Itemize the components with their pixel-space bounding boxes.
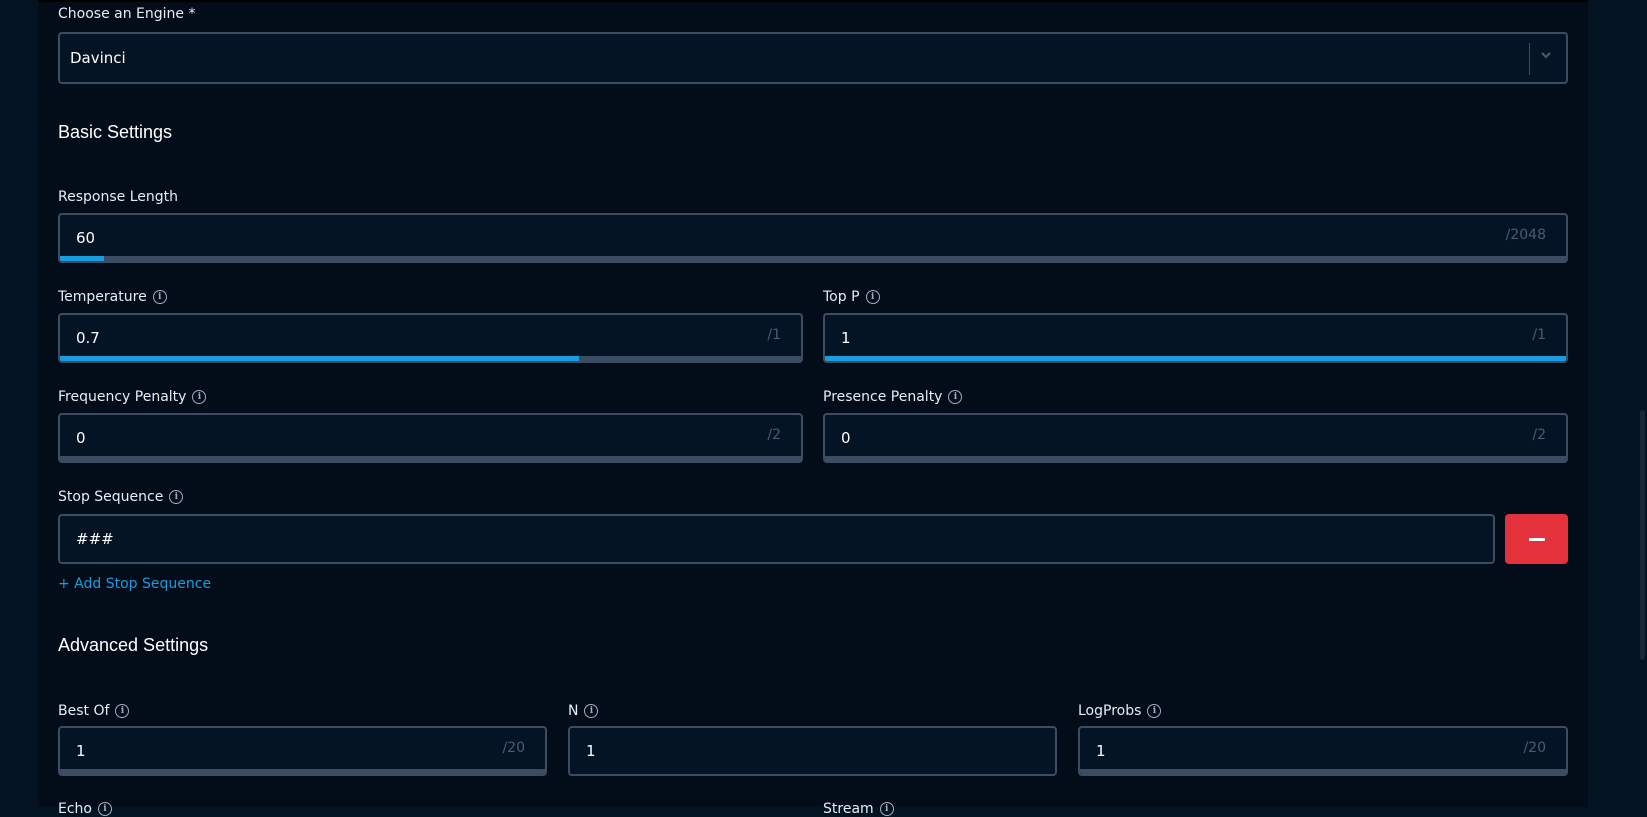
response-length-value: 60	[76, 229, 96, 247]
temperature-fill	[60, 356, 579, 361]
top-p-slider[interactable]	[825, 356, 1566, 361]
settings-panel: Choose an Engine * Davinci Basic Setting…	[38, 0, 1588, 817]
top-p-value: 1	[841, 329, 851, 347]
info-icon[interactable]: i	[152, 290, 167, 304]
info-icon[interactable]: i	[948, 390, 963, 404]
temperature-slider[interactable]	[60, 356, 801, 361]
temperature-label: Temperature i	[58, 289, 167, 305]
presence-penalty-max: /2	[1532, 427, 1546, 443]
best-of-value: 1	[76, 742, 86, 760]
engine-label: Choose an Engine *	[58, 6, 196, 22]
response-length-input[interactable]: 60 /2048	[58, 213, 1568, 263]
remove-stop-sequence-button[interactable]	[1505, 514, 1568, 564]
response-length-max: /2048	[1505, 227, 1546, 243]
n-input[interactable]: 1	[568, 726, 1057, 776]
chevron-down-icon[interactable]	[1539, 48, 1553, 62]
top-p-label: Top P i	[823, 289, 880, 305]
info-icon[interactable]: i	[1147, 704, 1162, 718]
stop-sequence-label: Stop Sequence i	[58, 489, 184, 505]
add-stop-sequence-link[interactable]: + Add Stop Sequence	[58, 576, 211, 592]
info-icon[interactable]: i	[97, 802, 112, 816]
n-value: 1	[586, 742, 596, 760]
logprobs-label: LogProbs i	[1078, 703, 1162, 719]
presence-penalty-slider[interactable]	[825, 456, 1566, 461]
response-length-slider[interactable]	[60, 256, 1566, 261]
frequency-penalty-value: 0	[76, 429, 86, 447]
logprobs-slider[interactable]	[1080, 769, 1566, 774]
frequency-penalty-input[interactable]: 0 /2	[58, 413, 803, 463]
advanced-settings-heading: Advanced Settings	[58, 635, 209, 655]
response-length-label: Response Length	[58, 189, 178, 205]
page-scrollbar[interactable]	[1640, 410, 1645, 660]
minus-icon	[1528, 537, 1545, 541]
temperature-max: /1	[767, 327, 781, 343]
top-p-fill	[825, 356, 1566, 361]
temperature-input[interactable]: 0.7 /1	[58, 313, 803, 363]
presence-penalty-label: Presence Penalty i	[823, 389, 963, 405]
frequency-penalty-max: /2	[767, 427, 781, 443]
logprobs-value: 1	[1096, 742, 1106, 760]
logprobs-max: /20	[1523, 740, 1546, 756]
logprobs-input[interactable]: 1 /20	[1078, 726, 1568, 776]
stream-label: Stream i	[823, 801, 894, 817]
n-label: N i	[568, 703, 599, 719]
info-icon[interactable]: i	[115, 704, 130, 718]
info-icon[interactable]: i	[879, 802, 894, 816]
basic-settings-heading: Basic Settings	[58, 122, 173, 142]
echo-label: Echo i	[58, 801, 112, 817]
info-icon[interactable]: i	[192, 390, 207, 404]
top-p-max: /1	[1532, 327, 1546, 343]
response-length-fill	[60, 256, 104, 261]
engine-select-value: Davinci	[70, 49, 126, 67]
presence-penalty-input[interactable]: 0 /2	[823, 413, 1568, 463]
stop-sequence-value: ###	[76, 530, 114, 548]
presence-penalty-value: 0	[841, 429, 851, 447]
engine-select[interactable]: Davinci	[58, 32, 1568, 84]
top-p-input[interactable]: 1 /1	[823, 313, 1568, 363]
info-icon[interactable]: i	[584, 704, 599, 718]
frequency-penalty-label: Frequency Penalty i	[58, 389, 207, 405]
temperature-value: 0.7	[76, 329, 100, 347]
select-divider	[1529, 43, 1530, 75]
best-of-max: /20	[502, 740, 525, 756]
info-icon[interactable]: i	[169, 490, 184, 504]
best-of-label: Best Of i	[58, 703, 130, 719]
best-of-slider[interactable]	[60, 769, 545, 774]
frequency-penalty-slider[interactable]	[60, 456, 801, 461]
best-of-input[interactable]: 1 /20	[58, 726, 547, 776]
stop-sequence-input[interactable]: ###	[58, 514, 1495, 564]
info-icon[interactable]: i	[865, 290, 880, 304]
